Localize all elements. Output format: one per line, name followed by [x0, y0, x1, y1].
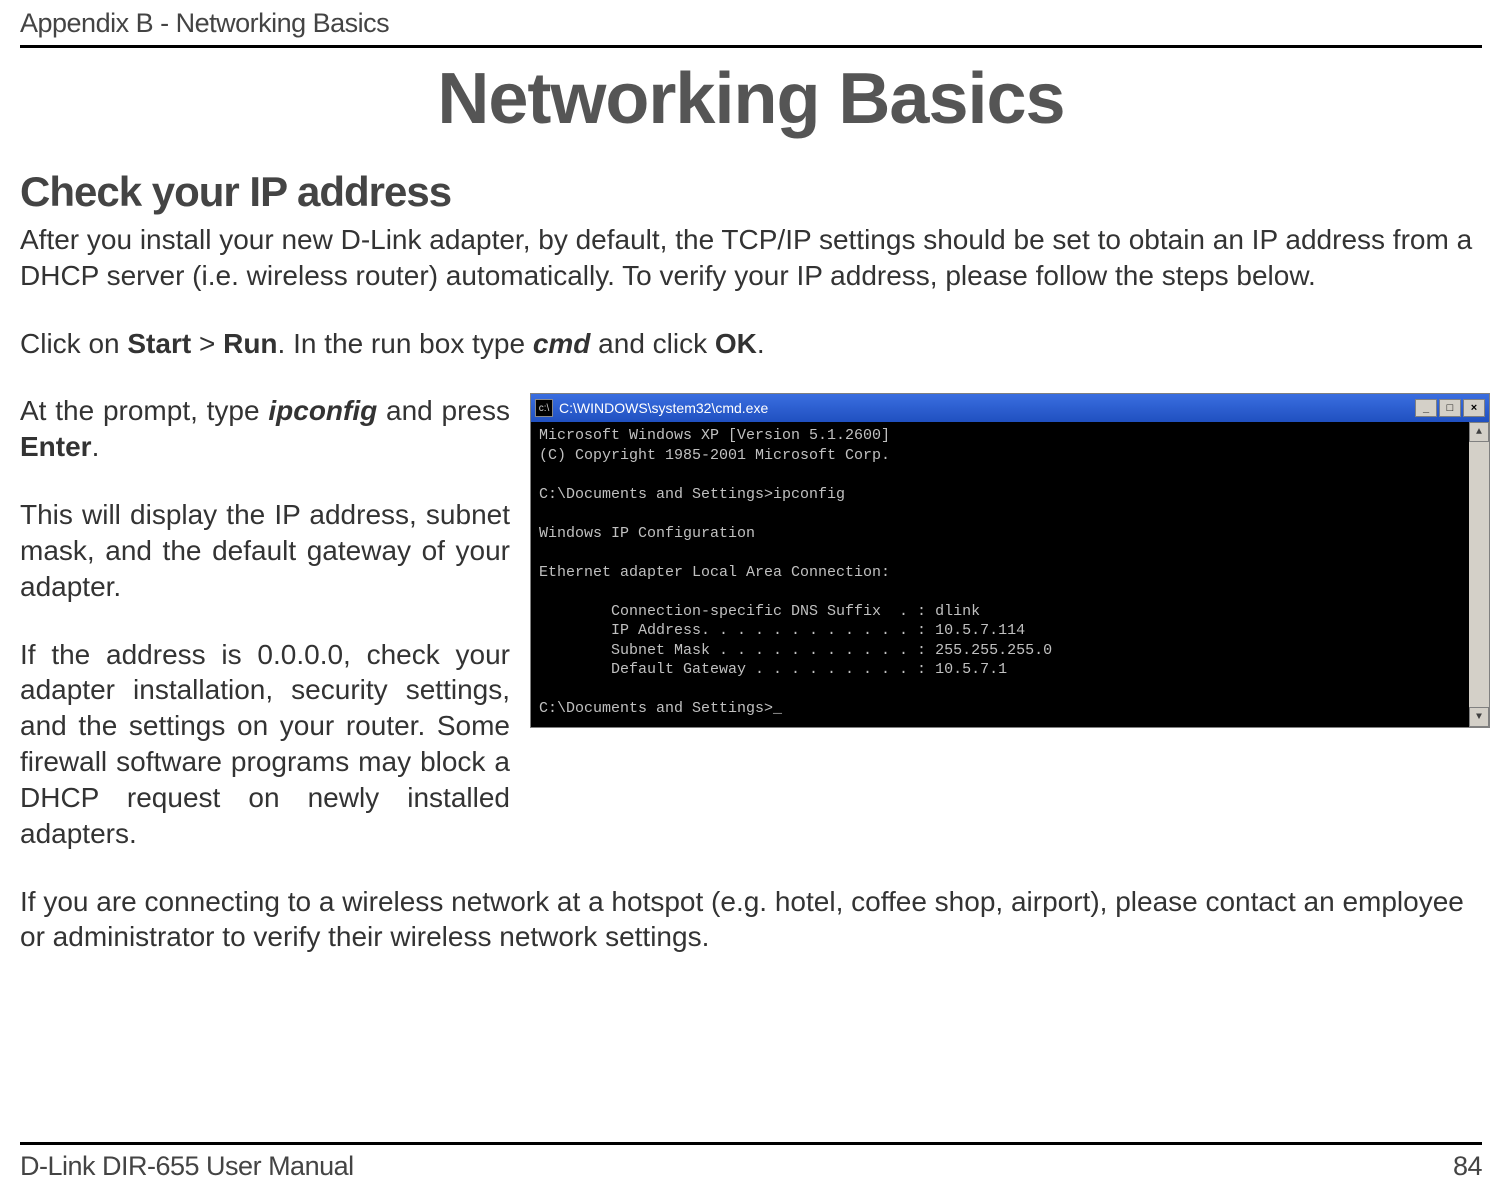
text-fragment: and press [377, 395, 510, 426]
scroll-down-icon[interactable]: ▼ [1469, 707, 1489, 727]
footer-page-number: 84 [1453, 1151, 1482, 1182]
window-buttons: _ □ × [1415, 399, 1485, 417]
text-fragment: Click on [20, 328, 127, 359]
minimize-button[interactable]: _ [1415, 399, 1437, 417]
text-fragment: At the prompt, type [20, 395, 268, 426]
page-title: Networking Basics [20, 58, 1482, 140]
display-paragraph: This will display the IP address, subnet… [20, 497, 510, 604]
hotspot-paragraph: If you are connecting to a wireless netw… [20, 884, 1482, 956]
scroll-up-icon[interactable]: ▲ [1469, 422, 1489, 442]
text-fragment: . In the run box type [278, 328, 533, 359]
intro-paragraph: After you install your new D-Link adapte… [20, 222, 1482, 294]
cmd-window: c:\ C:\WINDOWS\system32\cmd.exe _ □ × Mi… [530, 393, 1490, 728]
terminal-line: Default Gateway . . . . . . . . . : 10.5… [539, 661, 1007, 678]
ipconfig-text: ipconfig [268, 395, 377, 426]
run-label: Run [223, 328, 277, 359]
titlebar-left: c:\ C:\WINDOWS\system32\cmd.exe [535, 399, 768, 417]
text-fragment: and click [590, 328, 715, 359]
page-footer: D-Link DIR-655 User Manual 84 [20, 1142, 1482, 1182]
cmd-text: cmd [533, 328, 591, 359]
left-column: At the prompt, type ipconfig and press E… [20, 393, 510, 851]
section-heading: Check your IP address [20, 168, 1482, 216]
zero-address-paragraph: If the address is 0.0.0.0, check your ad… [20, 637, 510, 852]
scrollbar[interactable]: ▲ ▼ [1469, 422, 1489, 727]
text-fragment: . [92, 431, 100, 462]
terminal-line: Microsoft Windows XP [Version 5.1.2600] [539, 427, 890, 444]
terminal-line: C:\Documents and Settings>_ [539, 700, 782, 717]
terminal-output: Microsoft Windows XP [Version 5.1.2600] … [531, 422, 1489, 727]
prompt-paragraph: At the prompt, type ipconfig and press E… [20, 393, 510, 465]
content-row: At the prompt, type ipconfig and press E… [20, 393, 1482, 851]
terminal-line: IP Address. . . . . . . . . . . . : 10.5… [539, 622, 1025, 639]
text-fragment: . [757, 328, 765, 359]
terminal-line: Ethernet adapter Local Area Connection: [539, 564, 890, 581]
terminal-line: (C) Copyright 1985-2001 Microsoft Corp. [539, 447, 890, 464]
terminal-line: Windows IP Configuration [539, 525, 755, 542]
maximize-button[interactable]: □ [1439, 399, 1461, 417]
ok-label: OK [715, 328, 757, 359]
footer-manual-label: D-Link DIR-655 User Manual [20, 1151, 354, 1182]
terminal-line: Subnet Mask . . . . . . . . . . . : 255.… [539, 642, 1052, 659]
appendix-label: Appendix B - Networking Basics [20, 8, 1482, 39]
terminal-line: C:\Documents and Settings>ipconfig [539, 486, 845, 503]
right-column: c:\ C:\WINDOWS\system32\cmd.exe _ □ × Mi… [530, 393, 1490, 728]
cmd-icon: c:\ [535, 399, 553, 417]
terminal-line: Connection-specific DNS Suffix . : dlink [539, 603, 980, 620]
page-header: Appendix B - Networking Basics [20, 0, 1482, 48]
enter-label: Enter [20, 431, 92, 462]
window-titlebar: c:\ C:\WINDOWS\system32\cmd.exe _ □ × [531, 394, 1489, 422]
close-button[interactable]: × [1463, 399, 1485, 417]
step-run-cmd: Click on Start > Run. In the run box typ… [20, 326, 1482, 362]
window-title: C:\WINDOWS\system32\cmd.exe [559, 400, 768, 416]
text-fragment: > [191, 328, 223, 359]
start-label: Start [127, 328, 191, 359]
